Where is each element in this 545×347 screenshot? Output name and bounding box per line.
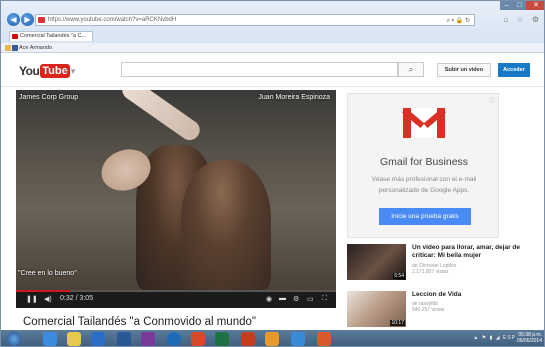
app-icon-2[interactable] (265, 332, 279, 346)
duration-2: 10:17 (390, 320, 405, 326)
chrome-icon[interactable] (291, 332, 305, 346)
video-overlay-left: James Corp Group (19, 94, 79, 101)
favorite-link[interactable]: Ace Armando (19, 45, 52, 51)
folder-icon[interactable] (67, 332, 81, 346)
related-title-1[interactable]: Un video para llorar, amar, dejar de cri… (412, 244, 537, 260)
app-icon-3[interactable] (317, 332, 331, 346)
related-thumbnail-1[interactable]: 6:54 (347, 244, 406, 280)
duration-1: 6:54 (393, 273, 405, 279)
browser-tab[interactable]: Comercial Tailandés "a C... (9, 31, 93, 41)
excel-icon[interactable] (215, 332, 229, 346)
video-frame (16, 90, 336, 290)
logo-you: You (19, 63, 40, 78)
language-indicator: ESP (502, 335, 516, 341)
related-video-2[interactable]: 10:17 Leccion de Vida de rasoji/tbl 540.… (347, 291, 527, 331)
ad-info-icon[interactable]: ⓘ (489, 96, 495, 105)
volume-icon[interactable]: ◀) (44, 295, 52, 303)
related-thumbnail-2[interactable]: 10:17 (347, 291, 406, 327)
windows-taskbar: ▲ ⚑ ▮ ◢ ESP 05:38 p.m. 06/06/2014 (1, 330, 544, 346)
upload-button[interactable]: Subir un video (437, 63, 491, 77)
related-views-1: 2.171.807 vistas (412, 269, 449, 275)
pause-icon[interactable]: ❚❚ (26, 295, 38, 303)
figure-2 (181, 160, 271, 290)
settings-gear-icon[interactable]: ⚙ (293, 295, 299, 303)
window-controls: – □ ✕ (500, 1, 544, 10)
youtube-header: You Tube ≡ ▾ ⌕ Subir un video Acceder (1, 54, 544, 87)
browser-toolbar: – □ ✕ ◀ ▶ https://www.youtube.com/watch?… (1, 1, 544, 43)
ie-icon[interactable] (43, 332, 57, 346)
annotations-icon[interactable]: ◉ (266, 295, 272, 303)
hp-icon[interactable] (167, 332, 181, 346)
word-icon[interactable] (117, 332, 131, 346)
taskbar-clock[interactable]: 05:38 p.m. 06/06/2014 (517, 332, 542, 344)
ad-cta-button[interactable]: Inicie una prueba gratis (379, 208, 471, 225)
fullscreen-icon[interactable]: ⛶ (322, 295, 327, 303)
player-controls: ❚❚ ◀) 0:32 / 3:05 ◉ ▬ ⚙ ▭ ⛶ (16, 292, 336, 308)
maximize-button[interactable]: □ (513, 1, 526, 10)
subtitles-icon[interactable]: ▬ (279, 295, 286, 302)
media-icon[interactable] (91, 332, 105, 346)
related-title-2[interactable]: Leccion de Vida (412, 291, 537, 299)
start-button-icon[interactable] (7, 332, 21, 346)
related-views-2: 540.257 vistas (412, 307, 445, 313)
powerpoint-icon[interactable] (241, 332, 255, 346)
system-tray-icons[interactable]: ▲ ⚑ ▮ ◢ ESP (473, 335, 516, 341)
address-bar[interactable]: https://www.youtube.com/watch?v=aRCKNvbd… (35, 14, 475, 26)
facebook-icon (12, 45, 18, 51)
related-video-1[interactable]: 6:54 Un video para llorar, amar, dejar d… (347, 244, 527, 284)
clock-date: 06/06/2014 (516, 338, 542, 344)
app-icon-1[interactable] (191, 332, 205, 346)
minimize-button[interactable]: – (500, 1, 513, 10)
video-title: Comercial Tailandés "a Conmovido al mund… (23, 316, 256, 328)
video-subtitle: "Cree en lo bueno" (18, 270, 77, 277)
tab-title: Comercial Tailandés "a C... (20, 33, 87, 39)
search-input[interactable] (121, 62, 398, 77)
search-icon: ⌕ (408, 65, 414, 74)
ad-title: Gmail for Business (379, 156, 469, 168)
onenote-icon[interactable] (141, 332, 155, 346)
video-overlay-right: Juan Moreira Espinoza (258, 94, 330, 101)
guide-menu-icon[interactable]: ≡ ▾ (63, 66, 75, 77)
time-display: 0:32 / 3:05 (60, 295, 94, 302)
gmail-ad[interactable]: ⓘ Gmail for Business Véase más profesion… (347, 93, 499, 238)
arm-shape (118, 90, 204, 145)
search-refresh-icons[interactable]: ⌕ ▾ 🔒 ↻ (447, 16, 470, 26)
theater-mode-icon[interactable]: ▭ (307, 295, 314, 303)
video-player[interactable]: James Corp Group Juan Moreira Espinoza "… (16, 90, 336, 308)
gmail-logo-icon (402, 108, 446, 138)
favorites-bar: Ace Armando (1, 43, 544, 53)
close-window-button[interactable]: ✕ (526, 1, 544, 10)
search-button[interactable]: ⌕ (398, 62, 424, 77)
back-arrow-icon[interactable]: ◀ (7, 13, 20, 26)
youtube-favicon-icon (12, 34, 18, 39)
forward-arrow-icon[interactable]: ▶ (21, 13, 34, 26)
home-star-gear-icons[interactable]: ⌂ ☆ ⚙ (503, 15, 542, 24)
star-icon (5, 45, 11, 51)
lock-icon (38, 17, 45, 23)
address-url: https://www.youtube.com/watch?v=aRCKNvbd… (48, 17, 177, 23)
browser-window: – □ ✕ ◀ ▶ https://www.youtube.com/watch?… (0, 0, 545, 347)
sign-in-button[interactable]: Acceder (498, 63, 530, 77)
ad-body: Véase más profesional con el e-mail pers… (371, 176, 477, 194)
